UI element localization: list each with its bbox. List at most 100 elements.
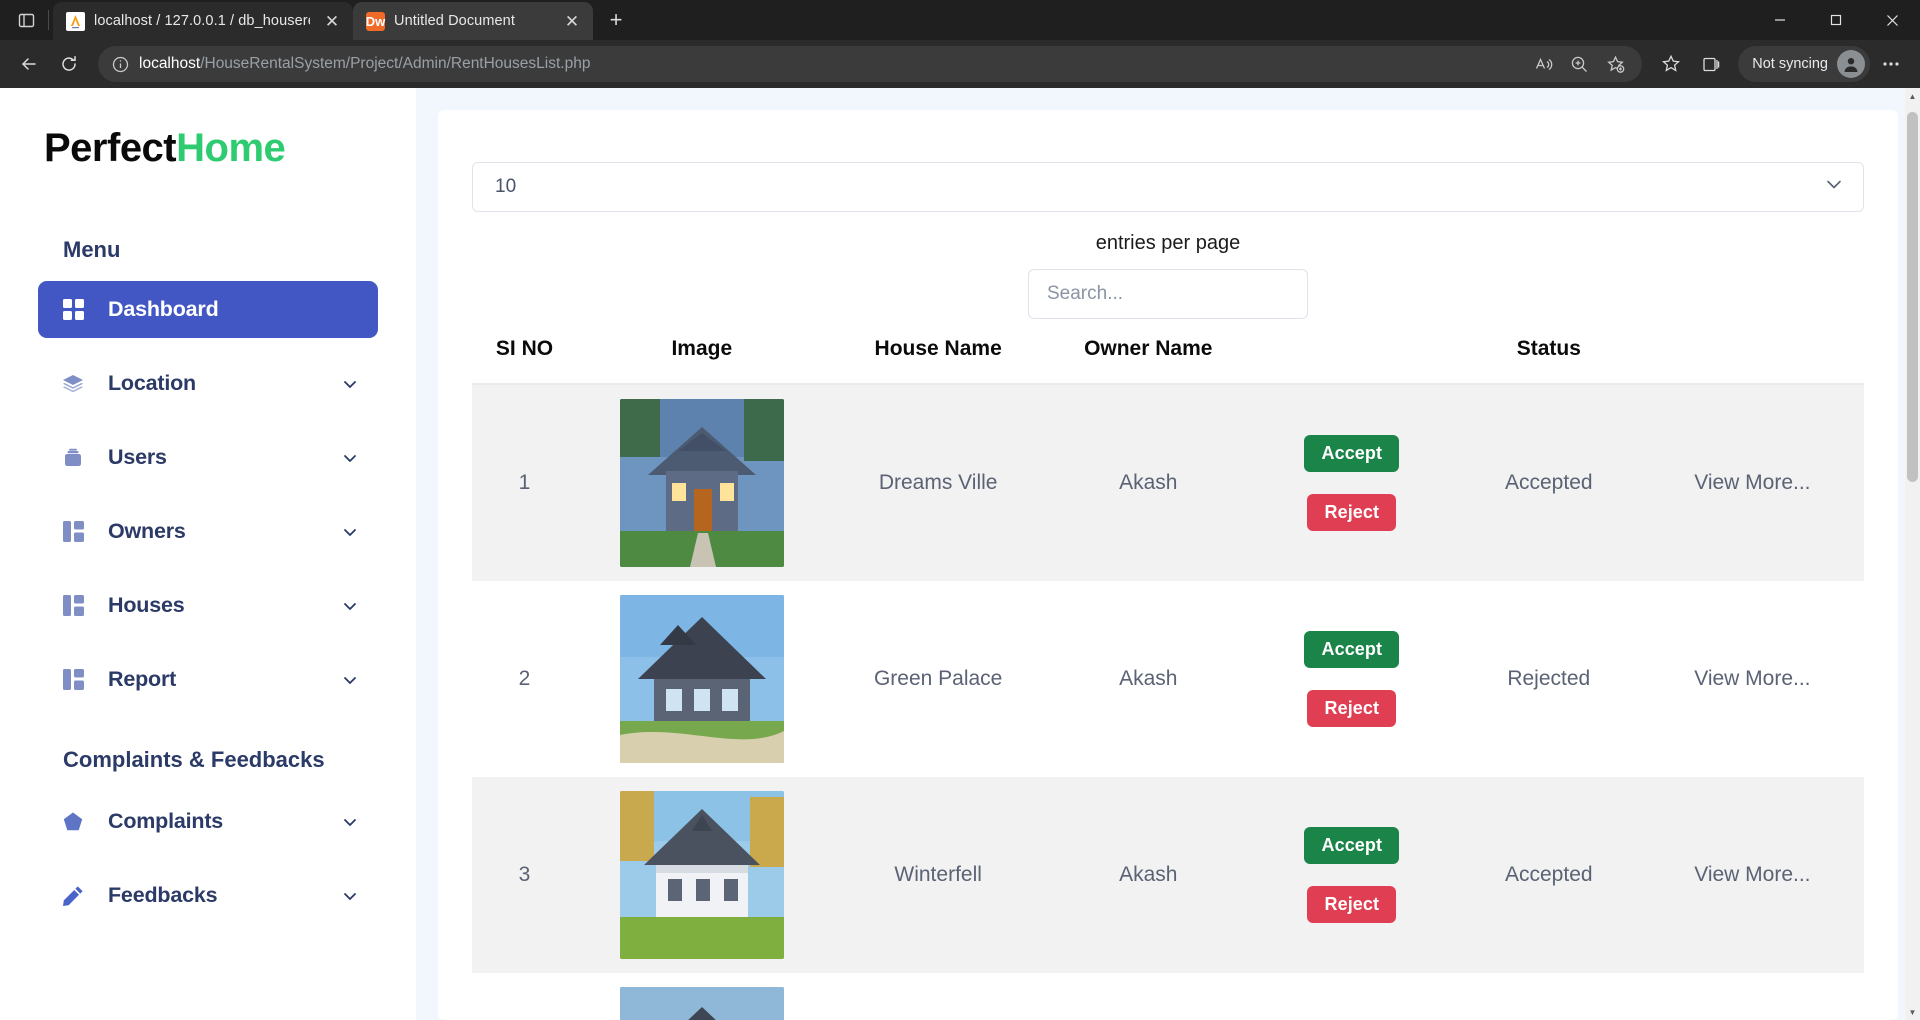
reject-button[interactable]: Reject xyxy=(1307,886,1397,923)
browser-window: localhost / 127.0.0.1 / db_housere ✕ Dw … xyxy=(0,0,1920,1020)
new-tab-button[interactable]: + xyxy=(599,3,633,37)
column-header-owner-name: Owner Name xyxy=(1049,337,1247,385)
minimize-icon[interactable] xyxy=(1752,0,1808,40)
layout-icon xyxy=(62,521,84,543)
favorites-star-icon[interactable] xyxy=(1652,45,1690,83)
search-input[interactable]: Search... xyxy=(1028,269,1308,319)
profile-button[interactable]: Not syncing xyxy=(1738,46,1870,82)
cell-owner-name xyxy=(1050,973,1247,1020)
reject-button[interactable]: Reject xyxy=(1307,690,1397,727)
back-icon[interactable] xyxy=(10,45,48,83)
sidebar-item-label: Complaints xyxy=(108,809,224,833)
browser-tab-0[interactable]: localhost / 127.0.0.1 / db_housere ✕ xyxy=(53,2,353,40)
cell-view-more: View More... xyxy=(1641,384,1864,581)
accept-button[interactable]: Accept xyxy=(1304,631,1400,668)
cell-sl-no: 4 xyxy=(472,973,577,1020)
chevron-down-icon[interactable] xyxy=(342,888,358,904)
browser-tab-1[interactable]: Dw Untitled Document ✕ xyxy=(353,2,593,40)
sidebar-item-owners[interactable]: Owners xyxy=(38,503,378,560)
sidebar-item-users[interactable]: Users xyxy=(38,429,378,486)
chevron-down-icon[interactable] xyxy=(342,814,358,830)
close-icon[interactable] xyxy=(1864,0,1920,40)
cell-image xyxy=(577,581,827,777)
sidebar-item-report[interactable]: Report xyxy=(38,651,378,708)
column-header-house-name: House Name xyxy=(826,337,1050,385)
tabstrip-divider xyxy=(48,10,49,30)
chevron-down-icon[interactable] xyxy=(342,450,358,466)
view-more-link[interactable]: View More... xyxy=(1694,471,1810,494)
scrollbar-thumb[interactable] xyxy=(1907,112,1918,482)
chevron-down-icon[interactable] xyxy=(342,524,358,540)
accept-button[interactable]: Accept xyxy=(1304,827,1400,864)
scrollbar-track[interactable] xyxy=(1905,104,1920,1004)
house-thumbnail-1 xyxy=(619,399,784,567)
main-content: 10 entries per page Search... SI NO Imag… xyxy=(416,88,1920,1020)
house-thumbnail-4 xyxy=(619,987,784,1020)
sidebar-item-label: Feedbacks xyxy=(108,883,218,907)
sidebar-item-dashboard[interactable]: Dashboard xyxy=(38,281,378,338)
house-thumbnail-2 xyxy=(619,595,784,763)
add-favorite-icon[interactable] xyxy=(1598,47,1632,81)
read-aloud-icon[interactable] xyxy=(1526,47,1560,81)
rent-houses-table: SI NO Image House Name Owner Name Status xyxy=(472,337,1864,1020)
chevron-down-icon[interactable] xyxy=(342,672,358,688)
menu-heading: Menu xyxy=(63,237,121,262)
search-placeholder: Search... xyxy=(1047,283,1124,304)
table-row[interactable]: 1 Dreams Ville Akash Accept Reject Accep… xyxy=(472,384,1864,581)
sidebar-item-feedbacks[interactable]: Feedbacks xyxy=(38,867,378,924)
sidebar-nav: Dashboard Location Users Owners Houses R… xyxy=(0,281,416,708)
table-row[interactable]: 3 Winterfell Akash Accept Reject Accepte… xyxy=(472,777,1864,973)
status-badge xyxy=(1457,973,1641,1020)
house-thumbnail-3 xyxy=(619,791,784,959)
chevron-down-icon[interactable] xyxy=(1823,173,1845,201)
view-more-link[interactable]: View More... xyxy=(1694,863,1810,886)
pentagon-icon xyxy=(62,811,84,833)
column-header-sl-no: SI NO xyxy=(472,337,578,385)
sidebar-item-location[interactable]: Location xyxy=(38,355,378,412)
info-icon[interactable] xyxy=(112,56,129,73)
chevron-down-icon[interactable] xyxy=(342,376,358,392)
cell-sl-no: 3 xyxy=(518,863,531,886)
cell-house-name: Winterfell xyxy=(894,863,982,886)
accept-button[interactable]: Accept xyxy=(1304,435,1400,472)
sidebar-item-houses[interactable]: Houses xyxy=(38,577,378,634)
sidebar-item-label: Owners xyxy=(108,519,186,543)
reject-button[interactable]: Reject xyxy=(1307,494,1397,531)
cell-view-more xyxy=(1641,973,1864,1020)
cell-house-name xyxy=(827,973,1050,1020)
layers-icon xyxy=(62,373,84,395)
refresh-icon[interactable] xyxy=(50,45,88,83)
cell-view-more: View More... xyxy=(1641,777,1864,973)
action-buttons: Accept Reject xyxy=(1251,631,1453,727)
collections-icon[interactable] xyxy=(1692,45,1730,83)
maximize-icon[interactable] xyxy=(1808,0,1864,40)
more-options-icon[interactable] xyxy=(1872,45,1910,83)
scroll-up-arrow-icon[interactable]: ▲ xyxy=(1905,88,1920,104)
status-badge: Accepted xyxy=(1505,863,1593,886)
entries-per-page-select[interactable]: 10 xyxy=(472,162,1864,212)
scroll-down-arrow-icon[interactable]: ▼ xyxy=(1905,1004,1920,1020)
tab-list-icon[interactable] xyxy=(6,0,46,40)
column-header-action xyxy=(1246,337,1457,385)
brand-part1: Perfect xyxy=(44,126,177,170)
table-row[interactable]: 2 Green Palace Akash Accept Reject Rejec… xyxy=(472,581,1864,777)
chevron-down-icon[interactable] xyxy=(342,598,358,614)
page-scrollbar[interactable]: ▲ ▼ xyxy=(1905,88,1920,1020)
column-header-image: Image xyxy=(577,337,827,385)
view-more-link[interactable]: View More... xyxy=(1694,667,1810,690)
zoom-in-icon[interactable] xyxy=(1562,47,1596,81)
sidebar-item-complaints[interactable]: Complaints xyxy=(38,793,378,850)
brand-logo[interactable]: PerfectHome xyxy=(0,118,416,171)
tab-close-icon-1[interactable]: ✕ xyxy=(559,8,585,34)
cell-house-name: Green Palace xyxy=(873,667,1003,690)
tab-close-icon-0[interactable]: ✕ xyxy=(319,8,345,34)
address-bar-url: localhost/HouseRentalSystem/Project/Admi… xyxy=(139,55,1516,73)
complaints-feedbacks-heading: Complaints & Feedbacks xyxy=(63,747,325,772)
url-path: /HouseRentalSystem/Project/Admin/RentHou… xyxy=(200,55,591,72)
address-bar[interactable]: localhost/HouseRentalSystem/Project/Admi… xyxy=(98,46,1643,82)
table-row[interactable]: 4 xyxy=(472,973,1864,1020)
column-header-status: Status xyxy=(1456,337,1641,385)
cell-sl-no: 2 xyxy=(518,667,531,690)
cell-actions: Accept Reject xyxy=(1247,384,1457,581)
cell-view-more: View More... xyxy=(1641,581,1864,777)
